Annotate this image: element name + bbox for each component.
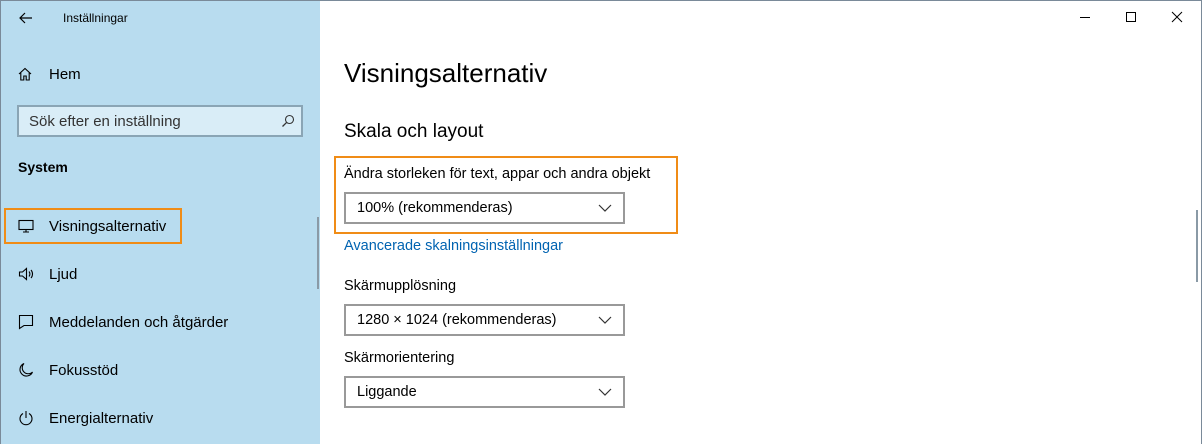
monitor-icon xyxy=(17,217,35,235)
sidebar-item-display[interactable]: Visningsalternativ xyxy=(17,208,166,244)
section-heading: Skala och layout xyxy=(344,121,484,142)
orientation-dropdown[interactable]: Liggande xyxy=(344,376,625,408)
orientation-label: Skärmorientering xyxy=(344,350,455,366)
main-scrollbar[interactable] xyxy=(1196,210,1198,282)
maximize-button[interactable] xyxy=(1108,4,1154,30)
maximize-icon xyxy=(1126,12,1136,22)
close-button[interactable] xyxy=(1154,4,1200,30)
sidebar-item-label: Meddelanden och åtgärder xyxy=(49,313,229,331)
search-input[interactable]: Sök efter en inställning xyxy=(17,105,303,137)
moon-icon xyxy=(17,361,35,379)
sidebar-item-label: Energialternativ xyxy=(49,409,154,427)
page-title: Visningsalternativ xyxy=(344,58,548,88)
back-arrow-icon xyxy=(19,12,32,24)
sidebar-item-label: Ljud xyxy=(49,265,78,283)
scale-label: Ändra storleken för text, appar och andr… xyxy=(344,166,651,182)
sidebar-item-home[interactable]: Hem xyxy=(17,65,81,83)
speaker-icon xyxy=(17,265,35,283)
scale-dropdown-value: 100% (rekommenderas) xyxy=(357,200,513,216)
chevron-down-icon xyxy=(587,388,623,396)
chevron-down-icon xyxy=(587,204,623,212)
sidebar-item-sound[interactable]: Ljud xyxy=(17,256,77,292)
back-button[interactable] xyxy=(11,5,41,31)
resolution-dropdown-value: 1280 × 1024 (rekommenderas) xyxy=(357,312,557,328)
orientation-dropdown-value: Liggande xyxy=(357,384,417,400)
sidebar-item-focus[interactable]: Fokusstöd xyxy=(17,352,118,388)
sidebar-item-power[interactable]: Energialternativ xyxy=(17,400,153,436)
minimize-icon xyxy=(1080,17,1090,18)
home-icon xyxy=(17,65,35,83)
power-icon xyxy=(17,409,35,427)
scale-dropdown[interactable]: 100% (rekommenderas) xyxy=(344,192,625,224)
sidebar-scrollbar[interactable] xyxy=(317,217,319,289)
chevron-down-icon xyxy=(587,316,623,324)
search-icon xyxy=(275,114,301,128)
resolution-label: Skärmupplösning xyxy=(344,278,457,294)
advanced-scaling-link[interactable]: Avancerade skalningsinställningar xyxy=(344,238,563,254)
app-title: Inställningar xyxy=(63,11,128,25)
sidebar-item-label: Hem xyxy=(49,65,81,83)
notification-icon xyxy=(17,313,35,331)
sidebar-item-label: Visningsalternativ xyxy=(49,217,167,235)
close-icon xyxy=(1171,11,1183,23)
sidebar-item-label: Fokusstöd xyxy=(49,361,119,379)
section-title: System xyxy=(18,159,68,175)
minimize-button[interactable] xyxy=(1062,4,1108,30)
search-placeholder: Sök efter en inställning xyxy=(29,112,181,130)
resolution-dropdown[interactable]: 1280 × 1024 (rekommenderas) xyxy=(344,304,625,336)
sidebar-item-notifications[interactable]: Meddelanden och åtgärder xyxy=(17,304,228,340)
sidebar: Inställningar Hem Sök efter en inställni… xyxy=(1,1,320,444)
